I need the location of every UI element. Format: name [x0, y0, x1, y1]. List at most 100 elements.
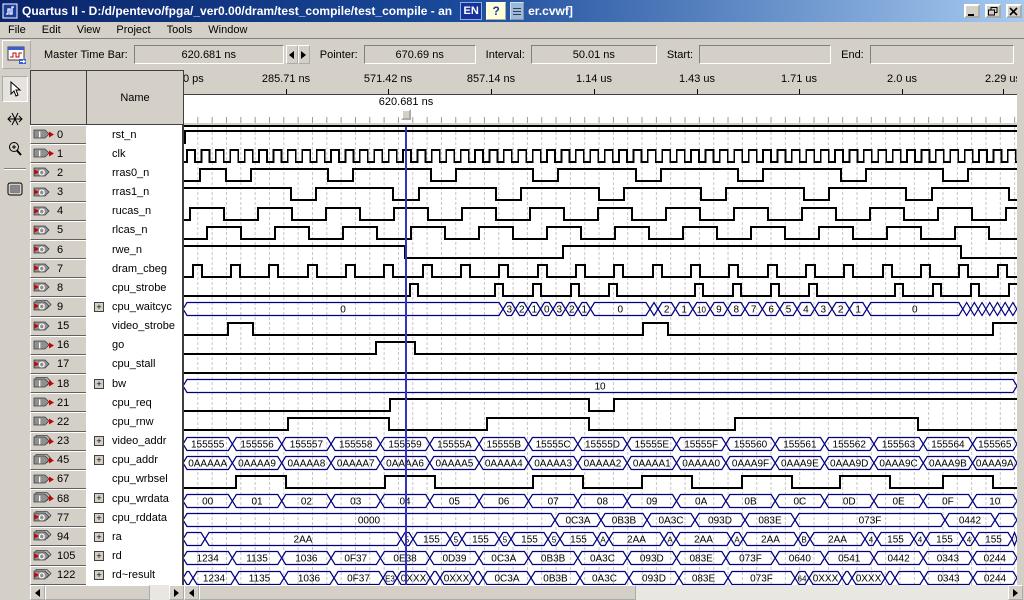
signal-waveform[interactable] [183, 146, 1017, 165]
signal-name-video_addr[interactable]: +video_addr [86, 432, 182, 451]
waveform-row-cpu_rddata[interactable]: 00000C3A0B3B0A3C093D083E073F0442 [183, 510, 1017, 529]
waveform-row-rras1_n[interactable] [183, 184, 1017, 203]
signal-id-button-cpu_waitcyc[interactable]: O9 [30, 297, 87, 316]
signal-waveform[interactable]: 000102030405060708090A0B0C0D0E0F10 [183, 491, 1017, 510]
signal-id-button-bw[interactable]: I18 [30, 374, 87, 393]
waveform-row-cpu_stall[interactable] [183, 357, 1017, 376]
timeline-ruler[interactable]: 0 ps285.71 ns571.42 ns857.14 ns1.14 us1.… [183, 70, 1017, 95]
signal-waveform[interactable] [183, 395, 1017, 414]
signal-name-go[interactable]: go [86, 336, 182, 355]
expand-icon[interactable]: + [94, 570, 104, 580]
expand-icon[interactable]: + [94, 379, 104, 389]
signal-id-button-dram_cbeg[interactable]: O7 [30, 259, 87, 278]
scroll-right-button[interactable] [1008, 585, 1023, 600]
signal-id-button-rwe_n[interactable]: O6 [30, 240, 87, 259]
waveform-row-rd[interactable]: 1234113510360F370E380D390C3A0B3B0A3C093D… [183, 548, 1017, 567]
signal-name-cpu_req[interactable]: cpu_req [86, 393, 182, 412]
signal-id-button-cpu_req[interactable]: I21 [30, 393, 87, 412]
signal-name-rucas_n[interactable]: rucas_n [86, 202, 182, 221]
signal-name-video_strobe[interactable]: video_strobe [86, 317, 182, 336]
waveform-row-cpu_addr[interactable]: 0AAAAA0AAAA90AAAA80AAAA70AAAA60AAAA50AAA… [183, 453, 1017, 472]
signal-name-cpu_wrdata[interactable]: +cpu_wrdata [86, 489, 182, 508]
close-button[interactable] [1006, 4, 1022, 18]
signal-waveform[interactable] [183, 204, 1017, 223]
signal-name-cpu_stall[interactable]: cpu_stall [86, 355, 182, 374]
signal-name-clk[interactable]: clk [86, 144, 182, 163]
signal-waveform[interactable]: 1234113510360F370E380D390C3A0B3B0A3C093D… [183, 548, 1017, 567]
time-cursor-line[interactable] [405, 127, 407, 587]
full-screen-tool-button[interactable] [2, 176, 28, 202]
spin-right-button[interactable] [298, 45, 310, 64]
waveform-row-cpu_strobe[interactable] [183, 280, 1017, 299]
scrollbar-thumb[interactable] [45, 585, 150, 600]
signal-id-button-rd[interactable]: O105 [30, 546, 87, 565]
signal-id-button-go[interactable]: I16 [30, 336, 87, 355]
signal-waveform[interactable] [183, 127, 1017, 146]
expand-icon[interactable]: + [94, 302, 104, 312]
signal-waveform[interactable]: 15555515555615555715555815555915555A1555… [183, 434, 1017, 453]
scroll-left-button[interactable] [184, 585, 199, 600]
waveform-row-dram_cbeg[interactable] [183, 261, 1017, 280]
signal-id-button-video_strobe[interactable]: O15 [30, 317, 87, 336]
waveform-editor-icon[interactable] [2, 40, 31, 69]
signal-waveform[interactable]: 1234113510360F37E30XXX0XXX0C3A0B3B0A3C09… [183, 568, 1017, 587]
signal-id-button-cpu_rddata[interactable]: O77 [30, 508, 87, 527]
signal-name-cpu_wrbsel[interactable]: cpu_wrbsel [86, 470, 182, 489]
signal-waveform[interactable] [183, 472, 1017, 491]
expand-icon[interactable]: + [94, 455, 104, 465]
signal-id-button-cpu_strobe[interactable]: O8 [30, 278, 87, 297]
signal-waveform[interactable] [183, 223, 1017, 242]
waveform-row-video_strobe[interactable] [183, 319, 1017, 338]
signal-name-bw[interactable]: +bw [86, 374, 182, 393]
signal-id-button-rras1_n[interactable]: O3 [30, 182, 87, 201]
waveform-display-area[interactable]: 03210321021109876543210 10 155555155556155… [183, 125, 1017, 587]
signal-waveform[interactable] [183, 280, 1017, 299]
signal-id-button-rlcas_n[interactable]: O5 [30, 221, 87, 240]
signal-name-rd~result[interactable]: +rd~result [86, 566, 182, 585]
waveform-row-rras0_n[interactable] [183, 165, 1017, 184]
language-badge[interactable]: EN [460, 2, 482, 20]
waveform-row-ra[interactable]: 2AA5155515551555155A2AAA2AAA2AAB2AA41554… [183, 529, 1017, 548]
waveform-row-rst_n[interactable] [183, 127, 1017, 146]
signal-waveform[interactable]: 03210321021109876543210 [183, 299, 1017, 318]
signal-waveform[interactable] [183, 357, 1017, 376]
signal-waveform[interactable] [183, 165, 1017, 184]
signal-waveform[interactable] [183, 414, 1017, 433]
zoom-tool-button[interactable] [2, 136, 28, 162]
signal-id-button-rras0_n[interactable]: O2 [30, 163, 87, 182]
waveform-row-rd~result[interactable]: 1234113510360F37E30XXX0XXX0C3A0B3B0A3C09… [183, 568, 1017, 587]
signal-id-button-video_addr[interactable]: I23 [30, 432, 87, 451]
scrollbar-thumb[interactable] [199, 585, 636, 600]
signal-id-button-rst_n[interactable]: I0 [30, 125, 87, 144]
waveform-row-go[interactable] [183, 338, 1017, 357]
waveform-row-cpu_wrdata[interactable]: 000102030405060708090A0B0C0D0E0F10 [183, 491, 1017, 510]
scrollbar-track[interactable] [636, 585, 1008, 600]
signal-waveform[interactable]: 2AA5155515551555155A2AAA2AAA2AAB2AA41554… [183, 529, 1017, 548]
signal-waveform[interactable] [183, 242, 1017, 261]
signal-name-cpu_strobe[interactable]: cpu_strobe [86, 278, 182, 297]
menu-item-view[interactable]: View [69, 23, 109, 37]
signal-waveform[interactable] [183, 261, 1017, 280]
split-tool-button[interactable] [2, 106, 28, 132]
expand-icon[interactable]: + [94, 513, 104, 523]
menu-item-project[interactable]: Project [108, 23, 158, 37]
signal-name-cpu_rnw[interactable]: cpu_rnw [86, 412, 182, 431]
waveform-row-cpu_rnw[interactable] [183, 414, 1017, 433]
signal-waveform[interactable] [183, 338, 1017, 357]
waveform-row-cpu_waitcyc[interactable]: 03210321021109876543210 [183, 299, 1017, 318]
waveform-row-rlcas_n[interactable] [183, 223, 1017, 242]
menu-item-file[interactable]: File [0, 23, 34, 37]
waveform-row-bw[interactable]: 10 [183, 376, 1017, 395]
signal-waveform[interactable]: 00000C3A0B3B0A3C093D083E073F0442 [183, 510, 1017, 529]
waveform-row-video_addr[interactable]: 15555515555615555715555815555915555A1555… [183, 434, 1017, 453]
minimize-button[interactable] [964, 4, 980, 18]
scrollbar-track[interactable] [150, 585, 169, 600]
signal-id-button-rucas_n[interactable]: O4 [30, 202, 87, 221]
language-bar-options-icon[interactable] [510, 2, 524, 20]
signal-name-rras1_n[interactable]: rras1_n [86, 182, 182, 201]
menu-item-window[interactable]: Window [200, 23, 255, 37]
help-icon[interactable]: ? [486, 2, 506, 20]
master-time-bar-field[interactable]: 620.681 ns [134, 45, 284, 64]
signal-name-cpu_waitcyc[interactable]: +cpu_waitcyc [86, 297, 182, 316]
signal-id-button-cpu_addr[interactable]: I45 [30, 451, 87, 470]
